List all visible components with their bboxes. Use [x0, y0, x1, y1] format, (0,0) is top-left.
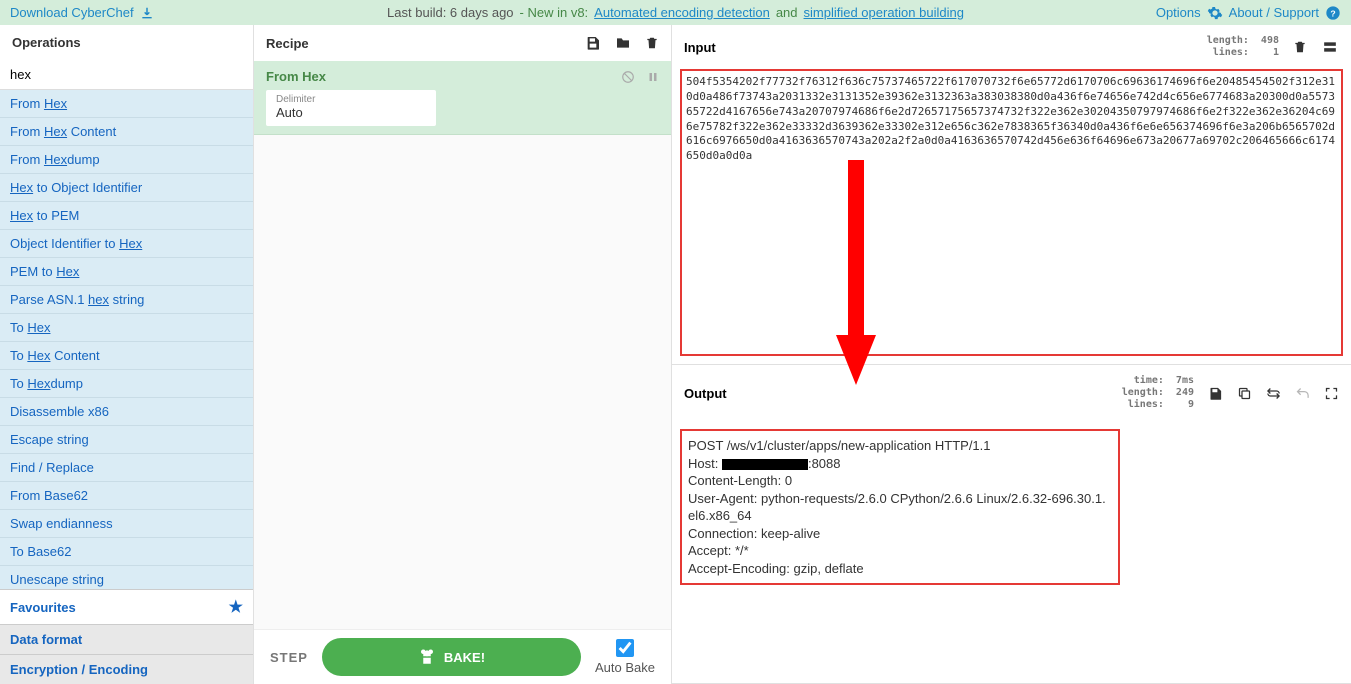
operations-list: From HexFrom Hex ContentFrom HexdumpHex … — [0, 90, 253, 589]
star-icon: ★ — [229, 597, 243, 617]
search-input[interactable] — [0, 60, 253, 90]
operation-item[interactable]: To Hex — [0, 314, 253, 342]
operation-item[interactable]: To Base62 — [0, 538, 253, 566]
data-format-category[interactable]: Data format — [0, 624, 253, 654]
bake-label: BAKE! — [444, 650, 485, 665]
recipe-title: Recipe — [266, 36, 309, 51]
input-view-icon[interactable] — [1321, 40, 1339, 54]
recipe-operation[interactable]: From Hex Delimiter Auto — [254, 61, 671, 135]
input-text: 504f5354202f77732f76312f636c75737465722f… — [686, 75, 1337, 164]
operations-title: Operations — [0, 25, 253, 60]
favourites-label: Favourites — [10, 600, 76, 615]
pause-icon[interactable] — [647, 70, 659, 84]
top-banner: Download CyberChef Last build: 6 days ag… — [0, 0, 1351, 25]
save-output-icon[interactable] — [1208, 386, 1223, 401]
operation-item[interactable]: From Hex — [0, 90, 253, 118]
clear-input-icon[interactable] — [1293, 39, 1307, 55]
operation-item[interactable]: Parse ASN.1 hex string — [0, 286, 253, 314]
output-text: POST /ws/v1/cluster/apps/new-application… — [688, 437, 1112, 577]
chef-icon — [418, 648, 436, 666]
operation-item[interactable]: PEM to Hex — [0, 258, 253, 286]
download-link[interactable]: Download CyberChef — [10, 5, 134, 20]
undo-icon[interactable] — [1295, 386, 1310, 401]
output-section: Output time: 7ms length: 249 lines: 9 PO… — [672, 365, 1351, 684]
operation-item[interactable]: To Hexdump — [0, 370, 253, 398]
recipe-op-name: From Hex — [266, 69, 326, 84]
recipe-panel: Recipe From Hex Delimiter Auto — [254, 25, 672, 684]
input-textarea[interactable]: 504f5354202f77732f76312f636c75737465722f… — [680, 69, 1343, 356]
operation-item[interactable]: From Hexdump — [0, 146, 253, 174]
input-section: Input length: 498 lines: 1 504f5354202f7… — [672, 25, 1351, 365]
folder-icon[interactable] — [615, 35, 631, 51]
operation-item[interactable]: Swap endianness — [0, 510, 253, 538]
options-link[interactable]: Options — [1156, 5, 1201, 20]
new-prefix: - New in v8: — [520, 5, 589, 20]
output-title: Output — [684, 386, 727, 401]
output-textarea[interactable]: POST /ws/v1/cluster/apps/new-application… — [680, 429, 1120, 585]
save-icon[interactable] — [585, 35, 601, 51]
auto-bake-label: Auto Bake — [595, 660, 655, 675]
param-label: Delimiter — [276, 94, 426, 105]
step-button[interactable]: STEP — [270, 650, 308, 665]
operation-item[interactable]: Hex to PEM — [0, 202, 253, 230]
operation-item[interactable]: Disassemble x86 — [0, 398, 253, 426]
about-link[interactable]: About / Support — [1229, 5, 1319, 20]
svg-text:?: ? — [1330, 8, 1335, 18]
operation-item[interactable]: Escape string — [0, 426, 253, 454]
swap-icon[interactable] — [1266, 386, 1281, 401]
operations-panel: Operations From HexFrom Hex ContentFrom … — [0, 25, 254, 684]
operation-item[interactable]: To Hex Content — [0, 342, 253, 370]
auto-bake-checkbox[interactable] — [616, 639, 634, 657]
operation-item[interactable]: Unescape string — [0, 566, 253, 589]
recipe-body: From Hex Delimiter Auto — [254, 61, 671, 684]
copy-icon[interactable] — [1237, 386, 1252, 401]
download-icon[interactable] — [140, 6, 154, 20]
output-stats: time: 7ms length: 249 lines: 9 — [1122, 375, 1194, 411]
operation-item[interactable]: Find / Replace — [0, 454, 253, 482]
param-value: Auto — [276, 105, 426, 120]
fullscreen-icon[interactable] — [1324, 386, 1339, 401]
help-icon[interactable]: ? — [1325, 5, 1341, 21]
operation-item[interactable]: From Hex Content — [0, 118, 253, 146]
input-stats: length: 498 lines: 1 — [1207, 35, 1279, 59]
disable-icon[interactable] — [621, 70, 635, 84]
operation-item[interactable]: From Base62 — [0, 482, 253, 510]
encryption-category[interactable]: Encryption / Encoding — [0, 654, 253, 684]
bake-row: STEP BAKE! Auto Bake — [254, 629, 671, 684]
and-text: and — [776, 5, 798, 20]
trash-icon[interactable] — [645, 35, 659, 51]
delimiter-param[interactable]: Delimiter Auto — [266, 90, 436, 126]
recipe-title-bar: Recipe — [254, 25, 671, 61]
gear-icon[interactable] — [1207, 5, 1223, 21]
operation-item[interactable]: Hex to Object Identifier — [0, 174, 253, 202]
input-title: Input — [684, 40, 716, 55]
new-feature-1[interactable]: Automated encoding detection — [594, 5, 770, 20]
auto-bake[interactable]: Auto Bake — [595, 639, 655, 675]
favourites-category[interactable]: Favourites ★ — [0, 589, 253, 624]
new-feature-2[interactable]: simplified operation building — [804, 5, 964, 20]
operation-item[interactable]: Object Identifier to Hex — [0, 230, 253, 258]
bake-button[interactable]: BAKE! — [322, 638, 581, 676]
io-panel: Input length: 498 lines: 1 504f5354202f7… — [672, 25, 1351, 684]
build-info: Last build: 6 days ago — [387, 5, 513, 20]
